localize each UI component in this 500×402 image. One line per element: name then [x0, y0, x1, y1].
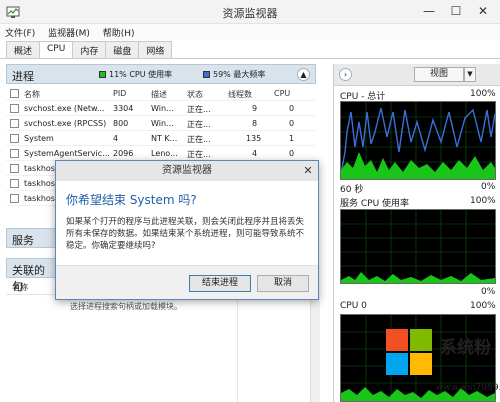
view-button[interactable]: 视图 [414, 67, 464, 82]
tab-memory[interactable]: 内存 [72, 41, 107, 58]
graph-time-label: 60 秒 [340, 185, 364, 195]
blue-swatch [203, 71, 210, 78]
view-dropdown-icon[interactable]: ▼ [464, 67, 476, 82]
end-process-button[interactable]: 结束进程 [189, 275, 251, 292]
select-all-checkbox[interactable] [10, 89, 19, 98]
dialog-message: 如果某个打开的程序与此进程关联，则会关闭此程序并且将丢失所有未保存的数据。如果结… [66, 217, 305, 251]
graph-top-cpu0: 100% [470, 301, 496, 311]
menu-file[interactable]: 文件(F) [0, 24, 40, 41]
services-header[interactable]: 服务 [6, 228, 56, 248]
handles-col-name[interactable]: 名称 [12, 282, 28, 293]
service-cpu-plot [341, 210, 495, 283]
col-desc[interactable]: 描述 [151, 89, 167, 100]
services-title: 服务 [12, 234, 34, 247]
graph-title-service-cpu: 服务 CPU 使用率 [340, 199, 410, 209]
expand-icon[interactable]: › [339, 68, 352, 81]
cpu-total-plot [340, 102, 496, 179]
graphs-toolbar: › 视图 ▼ [334, 64, 500, 86]
dialog-title: 资源监视器 [56, 161, 318, 181]
col-status[interactable]: 状态 [187, 89, 203, 100]
cancel-button[interactable]: 取消 [257, 275, 309, 292]
tab-overview[interactable]: 概述 [6, 41, 41, 58]
row-checkbox[interactable] [10, 119, 19, 128]
menu-bar: 文件(F) 监视器(M) 帮助(H) [0, 24, 500, 40]
handles-hint: 选择进程搜索句柄或加载模块。 [70, 302, 182, 311]
graph-bottom-cpu-total: 0% [481, 182, 496, 192]
dialog-heading: 你希望结束 System 吗? [66, 193, 197, 207]
tab-divider [0, 58, 500, 59]
tab-network[interactable]: 网络 [138, 41, 173, 58]
menu-help[interactable]: 帮助(H) [98, 24, 140, 41]
processes-header[interactable]: 进程 11% CPU 使用率 59% 最大频率 ▲ [6, 64, 316, 84]
row-checkbox[interactable] [10, 179, 19, 188]
maximize-button[interactable]: ☐ [443, 3, 469, 19]
cpu-usage-legend: 11% CPU 使用率 [99, 69, 172, 80]
graph-top-cpu-total: 100% [470, 89, 496, 99]
graph-title-cpu0: CPU 0 [340, 301, 367, 311]
row-checkbox[interactable] [10, 134, 19, 143]
dialog-close-icon[interactable]: ✕ [299, 162, 317, 179]
row-checkbox[interactable] [10, 194, 19, 203]
table-row[interactable]: System 4 NT K... 正在... 135 1 [6, 131, 316, 146]
table-row[interactable]: svchost.exe (Netw... 3304 Win... 正在... 9… [6, 101, 316, 116]
menu-monitor[interactable]: 监视器(M) [43, 24, 95, 41]
col-threads[interactable]: 线程数 [228, 89, 252, 100]
collapse-icon[interactable]: ▲ [297, 68, 310, 81]
windows-logo-icon [386, 329, 432, 375]
processes-title: 进程 [12, 70, 34, 83]
table-row[interactable]: SystemAgentServic... 2096 Leno... 正在... … [6, 146, 316, 161]
tab-strip: 概述 CPU 内存 磁盘 网络 [6, 41, 173, 59]
col-name[interactable]: 名称 [24, 89, 40, 100]
minimize-button[interactable]: — [416, 3, 442, 19]
title-bar: 资源监视器 — ☐ ✕ [0, 0, 500, 24]
cpu-total-graph [340, 101, 496, 180]
service-cpu-graph [340, 209, 496, 284]
row-checkbox[interactable] [10, 164, 19, 173]
scrollbar[interactable] [310, 296, 320, 402]
row-checkbox[interactable] [10, 104, 19, 113]
associated-handles-header[interactable]: 关联的句 [6, 258, 56, 293]
tab-cpu[interactable]: CPU [39, 41, 74, 59]
dialog-footer: 结束进程 取消 [56, 265, 318, 299]
col-pid[interactable]: PID [113, 89, 126, 98]
table-header: 名称 PID 描述 状态 线程数 CPU [6, 86, 316, 101]
graph-bottom-service-cpu: 0% [481, 287, 496, 297]
column-divider [237, 296, 238, 402]
row-checkbox[interactable] [10, 149, 19, 158]
col-cpu[interactable]: CPU [274, 89, 290, 98]
max-frequency-legend: 59% 最大频率 [203, 69, 265, 80]
close-button[interactable]: ✕ [470, 3, 496, 19]
tab-disk[interactable]: 磁盘 [105, 41, 140, 58]
end-process-dialog: 资源监视器 ✕ 你希望结束 System 吗? 如果某个打开的程序与此进程关联，… [55, 160, 319, 300]
watermark-url: www.win7999.com [436, 383, 500, 393]
table-row[interactable]: svchost.exe (RPCSS) 800 Win... 正在... 8 0 [6, 116, 316, 131]
watermark-text: 系统粉 [440, 338, 491, 358]
graph-top-service-cpu: 100% [470, 196, 496, 206]
green-swatch [99, 71, 106, 78]
